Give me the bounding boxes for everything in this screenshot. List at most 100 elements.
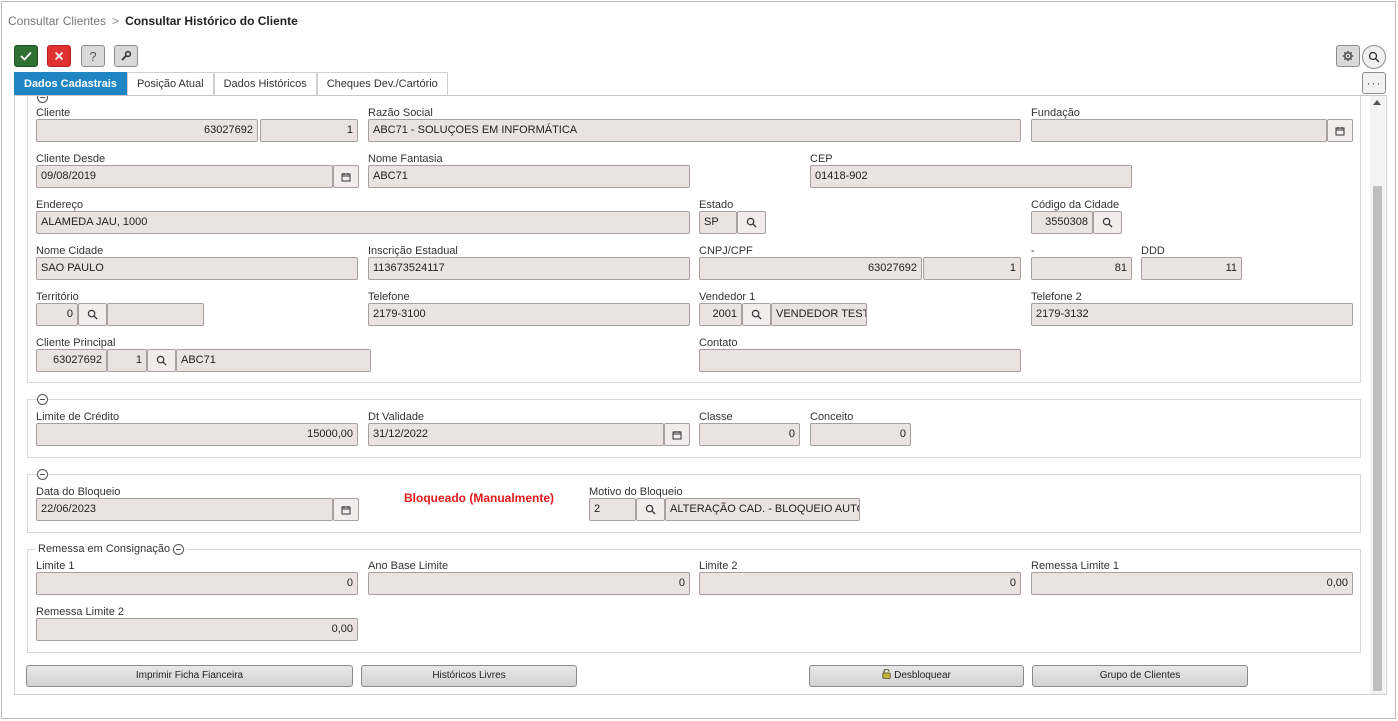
- limite1-field[interactable]: 0: [36, 572, 358, 595]
- cliente-loja-field[interactable]: 1: [260, 119, 358, 142]
- endereco-field[interactable]: ALAMEDA JAU, 1000: [36, 211, 690, 234]
- label-remessa-limite1: Remessa Limite 1: [1031, 560, 1120, 572]
- page-title: Consultar Histórico do Cliente: [125, 14, 298, 28]
- contato-field[interactable]: [699, 349, 1021, 372]
- territorio-field[interactable]: 0: [36, 303, 78, 326]
- scroll-up-arrow-icon[interactable]: [1373, 100, 1381, 105]
- consignacao-title: Remessa em Consignação: [38, 543, 171, 555]
- search-icon: [1368, 51, 1380, 63]
- cnpj-filial-field[interactable]: 1: [923, 257, 1021, 280]
- label-data-bloqueio: Data do Bloqueio: [36, 486, 121, 498]
- limite-credito-field[interactable]: 15000,00: [36, 423, 358, 446]
- inscricao-estadual-field[interactable]: 113673524117: [368, 257, 690, 280]
- data-bloqueio-calendar-button[interactable]: [333, 498, 359, 521]
- imprimir-ficha-button[interactable]: Imprimir Ficha Fianceira: [26, 665, 353, 687]
- motivo-codigo-field[interactable]: 2: [589, 498, 636, 521]
- cliente-principal-codigo-field[interactable]: 63027692: [36, 349, 107, 372]
- nome-cidade-field[interactable]: SAO PAULO: [36, 257, 358, 280]
- label-remessa-limite2: Remessa Limite 2: [36, 606, 125, 618]
- breadcrumb-separator: >: [112, 14, 120, 28]
- vendedor-search-button[interactable]: [742, 303, 771, 326]
- bloqueio-status-text: Bloqueado (Manualmente): [404, 491, 555, 505]
- search-icon: [751, 309, 762, 320]
- codigo-cidade-search-button[interactable]: [1093, 211, 1122, 234]
- label-dt-validade: Dt Validade: [368, 411, 425, 423]
- search-icon: [1102, 217, 1113, 228]
- scrollbar-thumb[interactable]: [1373, 186, 1382, 691]
- search-icon: [87, 309, 98, 320]
- cep-field[interactable]: 01418-902: [810, 165, 1132, 188]
- tab-dados-historicos[interactable]: Dados Históricos: [213, 72, 317, 95]
- vendedor-codigo-field[interactable]: 2001: [699, 303, 742, 326]
- label-telefone2: Telefone 2: [1031, 291, 1082, 303]
- cliente-principal-nome-field[interactable]: ABC71: [176, 349, 371, 372]
- ddd-field[interactable]: 11: [1141, 257, 1242, 280]
- label-motivo-bloqueio: Motivo do Bloqueio: [589, 486, 683, 498]
- estado-field[interactable]: SP: [699, 211, 737, 234]
- collapse-consignacao-icon[interactable]: [173, 543, 185, 555]
- ddd-prefix-field[interactable]: 81: [1031, 257, 1132, 280]
- historicos-livres-button[interactable]: Históricos Livres: [361, 665, 577, 687]
- classe-field[interactable]: 0: [699, 423, 800, 446]
- remessa-limite1-field[interactable]: 0,00: [1031, 572, 1353, 595]
- breadcrumb-parent[interactable]: Consultar Clientes: [8, 14, 106, 28]
- collapse-bloqueio-icon[interactable]: [37, 469, 48, 480]
- tab-posicao-atual[interactable]: Posição Atual: [126, 72, 214, 95]
- vertical-scrollbar[interactable]: [1370, 96, 1385, 694]
- desbloquear-button[interactable]: Desbloquear: [809, 665, 1024, 687]
- search-icon: [746, 217, 757, 228]
- settings-button[interactable]: [1336, 45, 1360, 67]
- unlock-icon: [882, 667, 891, 679]
- estado-search-button[interactable]: [737, 211, 766, 234]
- label-cep: CEP: [810, 153, 833, 165]
- more-options-button[interactable]: ···: [1362, 72, 1386, 94]
- territorio-search-button[interactable]: [78, 303, 107, 326]
- cliente-desde-field[interactable]: 09/08/2019: [36, 165, 333, 188]
- help-button[interactable]: ?: [81, 45, 105, 67]
- cliente-desde-calendar-button[interactable]: [333, 165, 359, 188]
- data-bloqueio-field[interactable]: 22/06/2023: [36, 498, 333, 521]
- cliente-principal-search-button[interactable]: [147, 349, 176, 372]
- codigo-cidade-field[interactable]: 3550308: [1031, 211, 1093, 234]
- label-cliente-desde: Cliente Desde: [36, 153, 106, 165]
- tab-dados-cadastrais[interactable]: Dados Cadastrais: [14, 72, 127, 95]
- search-button[interactable]: [1362, 45, 1386, 69]
- limite2-field[interactable]: 0: [699, 572, 1021, 595]
- label-cliente: Cliente: [36, 107, 71, 119]
- territorio-desc-field[interactable]: [107, 303, 204, 326]
- grupo-clientes-button[interactable]: Grupo de Clientes: [1032, 665, 1248, 687]
- label-telefone: Telefone: [368, 291, 410, 303]
- label-limite2: Limite 2: [699, 560, 738, 572]
- fundacao-field[interactable]: [1031, 119, 1327, 142]
- cliente-codigo-field[interactable]: 63027692: [36, 119, 258, 142]
- tab-cheques-dev[interactable]: Cheques Dev./Cartório: [316, 72, 448, 95]
- confirm-button[interactable]: [14, 45, 38, 67]
- motivo-desc-field[interactable]: ALTERAÇÃO CAD. - BLOQUEIO AUTOÁTICC: [665, 498, 860, 521]
- cnpj-cpf-field[interactable]: 63027692: [699, 257, 922, 280]
- cliente-principal-loja-field[interactable]: 1: [107, 349, 147, 372]
- razao-social-field[interactable]: ABC71 - SOLUÇOES EM INFORMÁTICA: [368, 119, 1021, 142]
- label-cnpj-cpf: CNPJ/CPF: [699, 245, 753, 257]
- label-ano-base: Ano Base Limite: [368, 560, 449, 572]
- telefone2-field[interactable]: 2179-3132: [1031, 303, 1353, 326]
- collapse-credito-icon[interactable]: [37, 394, 48, 405]
- motivo-search-button[interactable]: [636, 498, 665, 521]
- dt-validade-calendar-button[interactable]: [664, 423, 690, 446]
- tools-button[interactable]: [114, 45, 138, 67]
- label-nome-fantasia: Nome Fantasia: [368, 153, 443, 165]
- vendedor-nome-field[interactable]: VENDEDOR TESTE: [771, 303, 867, 326]
- telefone-field[interactable]: 2179-3100: [368, 303, 690, 326]
- dt-validade-field[interactable]: 31/12/2022: [368, 423, 664, 446]
- consignacao-legend: Remessa em Consignação: [35, 543, 188, 555]
- ano-base-field[interactable]: 0: [368, 572, 690, 595]
- label-nome-cidade: Nome Cidade: [36, 245, 104, 257]
- conceito-field[interactable]: 0: [810, 423, 911, 446]
- nome-fantasia-field[interactable]: ABC71: [368, 165, 690, 188]
- label-estado: Estado: [699, 199, 734, 211]
- label-ddd-prefix: -: [1031, 245, 1035, 257]
- fundacao-calendar-button[interactable]: [1327, 119, 1353, 142]
- label-vendedor: Vendedor 1: [699, 291, 756, 303]
- remessa-limite2-field[interactable]: 0,00: [36, 618, 358, 641]
- gear-icon: [1342, 50, 1354, 62]
- cancel-button[interactable]: [47, 45, 71, 67]
